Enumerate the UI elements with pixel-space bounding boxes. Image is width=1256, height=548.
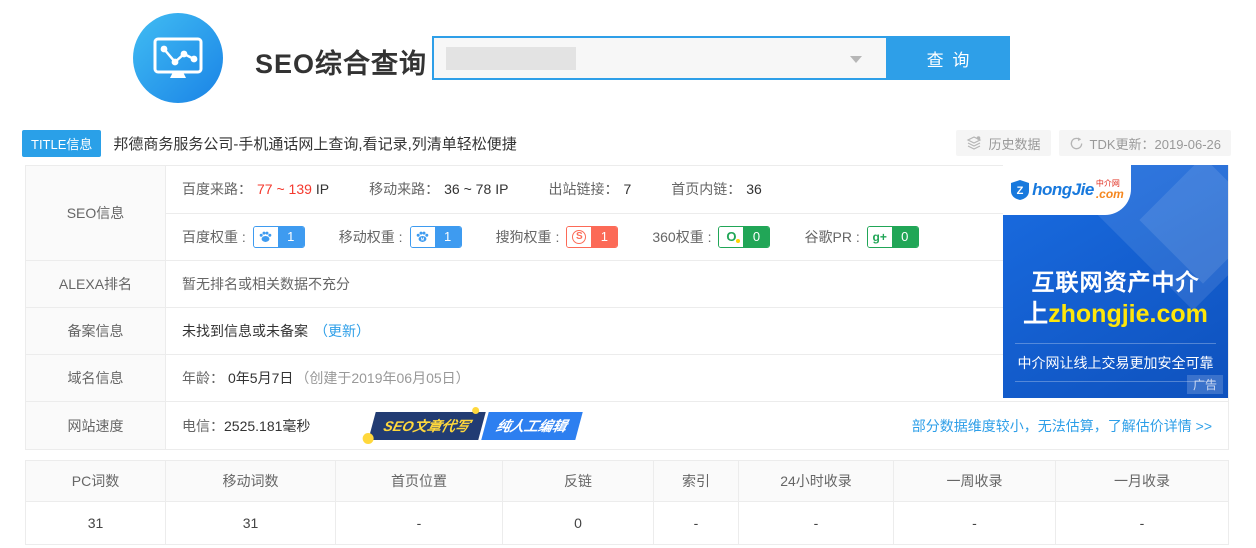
search-bar: 查 询 [432, 36, 1010, 80]
shield-icon: Z [1010, 179, 1030, 201]
zhongjie-logo-dotcom: .com [1096, 188, 1124, 200]
stats-value-row: 31 31 - 0 - - - - [26, 502, 1228, 544]
baidu-traffic: 百度来路： 77 ~ 139 IP [182, 179, 329, 199]
domain-created-note: （创建于2019年06月05日） [295, 368, 469, 388]
360-weight-badge: O 0 [718, 226, 770, 248]
speed-carrier-label: 电信： [182, 416, 224, 436]
site-logo [133, 13, 223, 103]
tdk-update-label: TDK更新：2019-06-26 [1090, 134, 1222, 153]
col-header-backlinks: 反链 [502, 461, 653, 502]
page-title: SEO综合查询 [255, 42, 427, 81]
title-badge: TITLE信息 [22, 130, 101, 157]
ad-divider [1015, 381, 1216, 382]
speed-row: 网站速度 电信： 2525.181毫秒 SEO文章代写 纯人工编辑 部分数据维度… [26, 401, 1228, 449]
svg-text:Z: Z [1017, 185, 1024, 197]
ad-headline: 互联网资产中介 [1003, 263, 1228, 297]
tdk-update-status: TDK更新：2019-06-26 [1059, 130, 1232, 156]
seo-query-page: SEO综合查询 查 询 TITLE信息 邦德商务服务公司-手机通话网上查询,看记… [0, 0, 1256, 548]
value-index: - [653, 502, 738, 544]
stats-header-row: PC词数 移动词数 首页位置 反链 索引 24小时收录 一周收录 一月收录 [26, 461, 1228, 502]
google-plus-icon: g+ [868, 227, 892, 247]
col-header-index: 索引 [653, 461, 738, 502]
history-data-button[interactable]: 历史数据 [956, 130, 1050, 156]
promo-left-label: SEO文章代写 [369, 412, 486, 440]
col-header-mobile-words: 移动词数 [165, 461, 335, 502]
value-week-collect: - [893, 502, 1055, 544]
speed-value: 2525.181毫秒 [224, 416, 310, 436]
google-pr-badge: g+ 0 [867, 226, 919, 248]
history-data-label: 历史数据 [988, 134, 1040, 153]
baidu-mobile-paw-icon: M [411, 227, 435, 247]
zhongjie-logo-name: hongJie [1032, 180, 1094, 200]
ad-tag: 广告 [1187, 375, 1223, 394]
homepage-internal-links: 首页内链： 36 [671, 179, 762, 199]
monitor-chart-icon [150, 30, 206, 86]
domain-age-label: 年龄： [182, 368, 224, 388]
col-header-pc-words: PC词数 [26, 461, 165, 502]
col-header-24h-collect: 24小时收录 [738, 461, 893, 502]
row-label-speed: 网站速度 [26, 402, 166, 449]
valuation-details-link[interactable]: 部分数据维度较小，无法估算，了解估价详情 >> [912, 416, 1212, 436]
outbound-links: 出站链接： 7 [548, 179, 631, 199]
360-icon: O [719, 227, 743, 247]
mobile-weight: 移动权重 : M 1 [339, 226, 462, 248]
domain-age-value: 0年5月7日 [228, 368, 293, 388]
baidu-paw-icon [254, 227, 278, 247]
value-mobile-words: 31 [165, 502, 335, 544]
icp-refresh-link[interactable]: （更新） [314, 321, 370, 341]
row-label-alexa: ALEXA排名 [26, 261, 166, 307]
alexa-value: 暂无排名或相关数据不充分 [182, 274, 350, 294]
row-label-seo: SEO信息 [26, 166, 166, 260]
sogou-weight-badge: S 1 [566, 226, 618, 248]
360-weight: 360权重 : O 0 [652, 226, 770, 248]
google-pr: 谷歌PR : g+ 0 [804, 226, 918, 248]
row-label-domain: 域名信息 [26, 355, 166, 401]
baidu-weight-badge: 1 [253, 226, 305, 248]
seo-article-promo-banner[interactable]: SEO文章代写 纯人工编辑 [369, 412, 583, 440]
layers-icon [966, 135, 982, 151]
col-header-month-collect: 一月收录 [1055, 461, 1228, 502]
promo-dot-decoration [473, 407, 480, 414]
value-pc-words: 31 [26, 502, 165, 544]
zhongjie-logo: Z hongJie 中介网 .com [1003, 165, 1131, 215]
svg-text:M: M [421, 237, 425, 242]
baidu-weight: 百度权重 : 1 [182, 226, 305, 248]
query-button[interactable]: 查 询 [888, 36, 1010, 80]
col-header-week-collect: 一周收录 [893, 461, 1055, 502]
ad-slogan: 中介网让线上交易更加安全可靠 [1003, 353, 1228, 373]
refresh-icon [1069, 136, 1084, 151]
ad-url-line: 上zhongjie.com [1003, 294, 1228, 330]
title-info-bar: TITLE信息 邦德商务服务公司-手机通话网上查询,看记录,列清单轻松便捷 历史… [22, 130, 1231, 156]
row-label-icp: 备案信息 [26, 308, 166, 354]
value-24h-collect: - [738, 502, 893, 544]
icp-value: 未找到信息或未备案 [182, 321, 308, 341]
mobile-weight-badge: M 1 [410, 226, 462, 248]
sogou-icon: S [567, 227, 591, 247]
promo-dot-decoration [363, 433, 374, 444]
zhongjie-ad-banner[interactable]: Z hongJie 中介网 .com 互联网资产中介 上zhongjie.com… [1003, 165, 1228, 398]
value-backlinks: 0 [502, 502, 653, 544]
promo-right-label: 纯人工编辑 [481, 412, 583, 440]
search-input[interactable] [432, 36, 888, 80]
chevron-down-icon[interactable] [850, 56, 862, 63]
col-header-homepage-position: 首页位置 [335, 461, 502, 502]
value-month-collect: - [1055, 502, 1228, 544]
search-input-redacted-value [446, 47, 576, 70]
site-title-text: 邦德商务服务公司-手机通话网上查询,看记录,列清单轻松便捷 [113, 133, 516, 154]
sogou-weight: 搜狗权重 : S 1 [496, 226, 619, 248]
mobile-traffic: 移动来路： 36 ~ 78 IP [369, 179, 508, 199]
value-homepage-position: - [335, 502, 502, 544]
ad-divider [1015, 343, 1216, 344]
keyword-stats-table: PC词数 移动词数 首页位置 反链 索引 24小时收录 一周收录 一月收录 31… [25, 460, 1229, 545]
